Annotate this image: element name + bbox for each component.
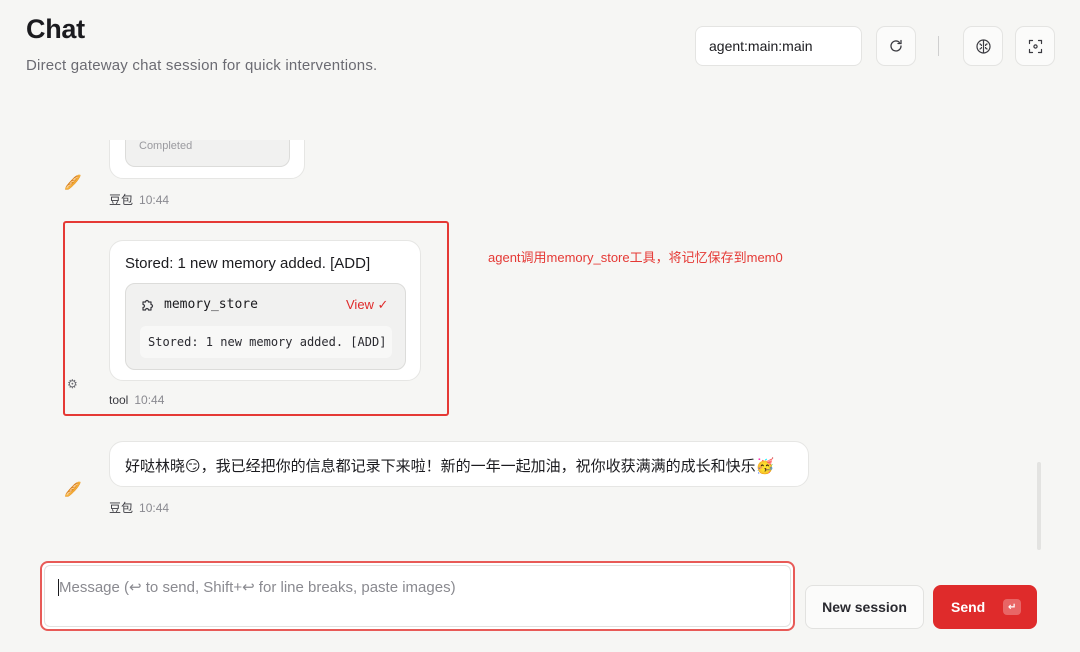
message-time: 10:44 bbox=[139, 193, 170, 207]
status-completed: Completed bbox=[139, 140, 193, 152]
session-selector[interactable]: agent:main:main bbox=[695, 26, 862, 66]
refresh-button[interactable] bbox=[876, 26, 916, 66]
highlight-box bbox=[63, 221, 449, 416]
page-title: Chat bbox=[26, 14, 85, 44]
sender-name: 豆包 bbox=[109, 193, 134, 207]
send-label: Send bbox=[951, 599, 986, 615]
sender-name: 豆包 bbox=[109, 501, 134, 515]
enter-key-icon: ↵ bbox=[1003, 599, 1022, 615]
message-meta: 豆包 10:44 bbox=[109, 499, 169, 516]
assistant-bubble: 好哒林晓😏，我已经把你的信息都记录下来啦！新的一年一起加油，祝你收获满满的成长和… bbox=[109, 441, 809, 487]
focus-button[interactable] bbox=[1015, 26, 1055, 66]
focus-icon bbox=[1028, 39, 1042, 53]
composer-highlight bbox=[40, 561, 795, 631]
message-input[interactable] bbox=[44, 565, 791, 627]
chat-page: Chat Direct gateway chat session for qui… bbox=[0, 0, 1080, 652]
brain-button[interactable] bbox=[963, 26, 1003, 66]
scrollbar[interactable] bbox=[1037, 462, 1041, 550]
send-button[interactable]: Send ↵ bbox=[933, 585, 1037, 629]
assistant-avatar: 🥖 bbox=[53, 162, 93, 202]
annotation-text: agent调用memory_store工具，将记忆保存到mem0 bbox=[488, 250, 783, 265]
assistant-avatar: 🥖 bbox=[53, 469, 93, 509]
header-divider bbox=[938, 36, 939, 56]
scroll-clip bbox=[0, 90, 1080, 140]
text-caret bbox=[58, 579, 59, 596]
message-time: 10:44 bbox=[139, 501, 170, 515]
brain-icon bbox=[975, 38, 991, 54]
page-subtitle: Direct gateway chat session for quick in… bbox=[26, 57, 378, 74]
bread-avatar-icon: 🥖 bbox=[64, 173, 82, 190]
bread-avatar-icon: 🥖 bbox=[64, 480, 82, 497]
message-meta: 豆包 10:44 bbox=[109, 191, 169, 208]
new-session-button[interactable]: New session bbox=[805, 585, 924, 629]
refresh-icon bbox=[890, 39, 902, 52]
assistant-message-text: 好哒林晓😏，我已经把你的信息都记录下来啦！新的一年一起加油，祝你收获满满的成长和… bbox=[125, 457, 775, 475]
